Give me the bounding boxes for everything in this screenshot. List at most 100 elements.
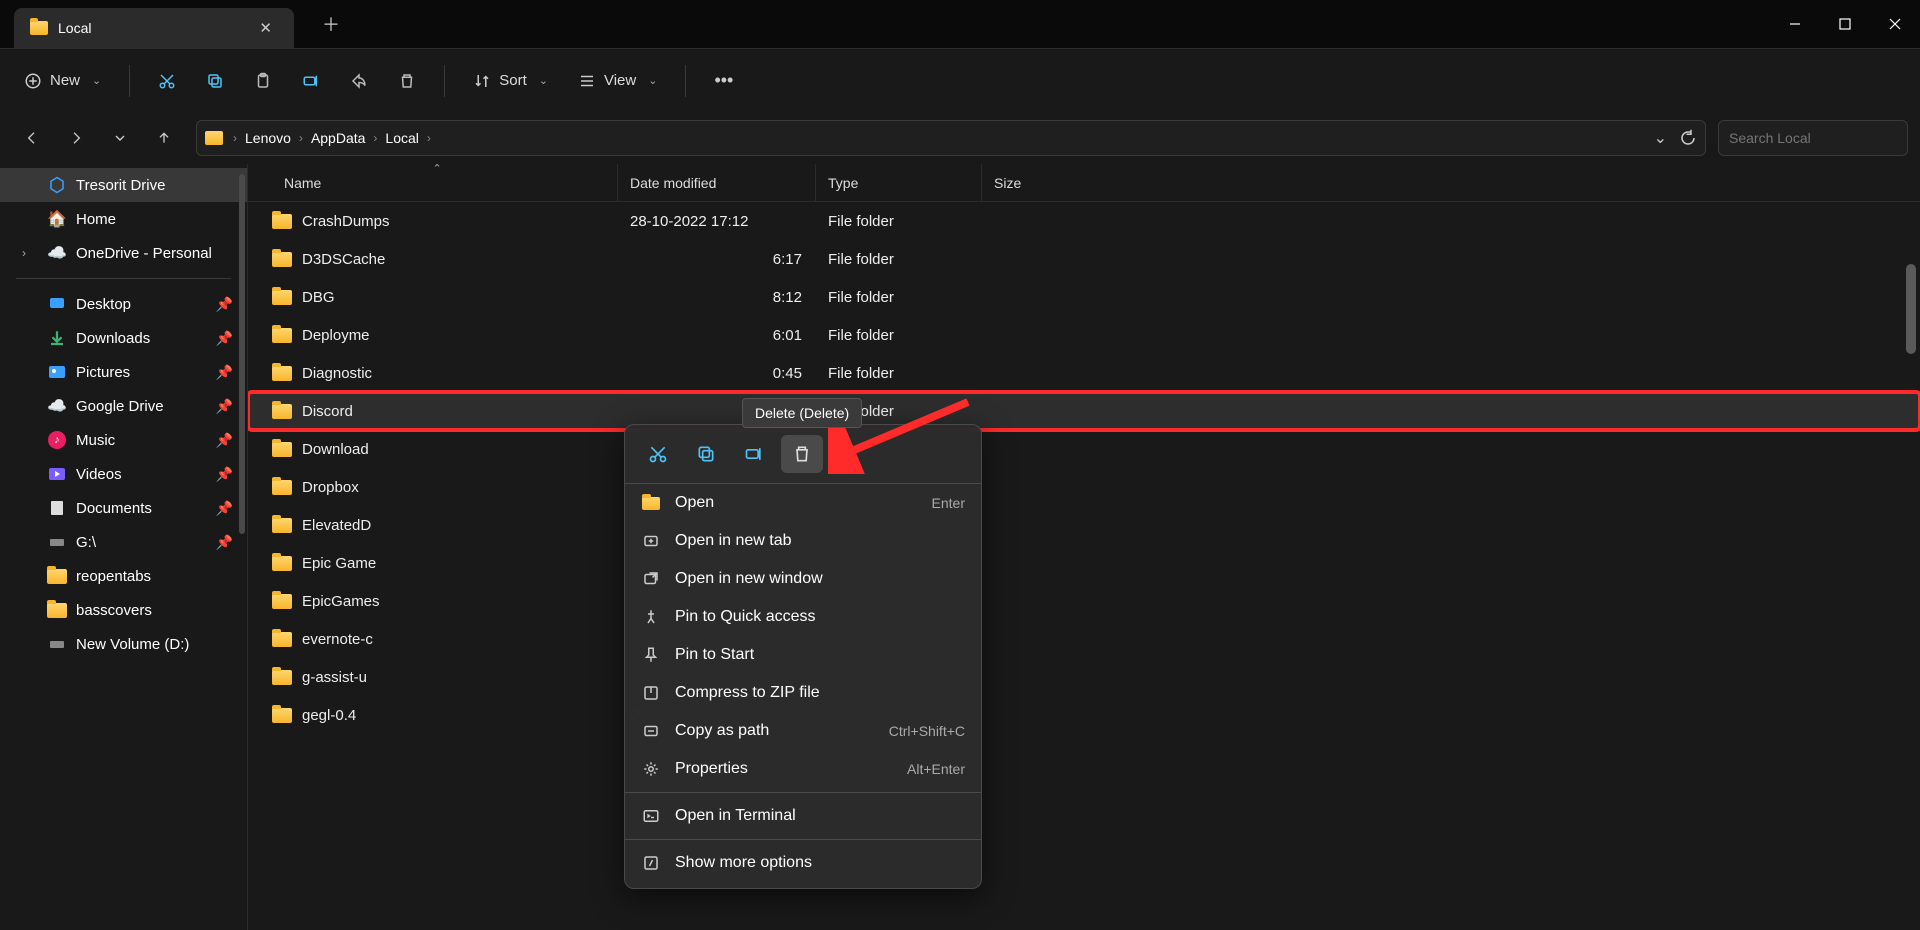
folder-icon <box>272 290 292 305</box>
sidebar-item-videos[interactable]: Videos📌 <box>0 457 247 491</box>
crumb-appdata[interactable]: AppData <box>305 130 371 146</box>
crumb-local[interactable]: Local <box>379 130 424 146</box>
toolbar: New ⌄ Sort ⌄ View ⌄ ••• <box>0 48 1920 112</box>
file-date: 28-10-2022 17:12 <box>618 213 816 230</box>
column-size[interactable]: Size <box>982 164 1092 201</box>
delete-button[interactable] <box>386 64 428 98</box>
column-name[interactable]: Name ⌃ <box>248 164 618 201</box>
crumb-lenovo[interactable]: Lenovo <box>239 130 297 146</box>
sidebar-item-home[interactable]: 🏠Home <box>0 202 247 236</box>
ctx-open-in-new-tab[interactable]: Open in new tab <box>625 522 981 560</box>
breadcrumb[interactable]: › Lenovo › AppData › Local › ⌄ <box>196 120 1706 156</box>
sidebar-item-label: Home <box>76 211 116 228</box>
ctx-cut-button[interactable] <box>637 435 679 473</box>
table-row[interactable]: Epic Game 9:47 File folder <box>248 544 1920 582</box>
table-row[interactable]: g-assist-u 9:42 File folder <box>248 658 1920 696</box>
search-input[interactable] <box>1729 130 1910 146</box>
back-button[interactable] <box>12 120 52 156</box>
search-box[interactable] <box>1718 120 1908 156</box>
props-icon <box>641 760 661 778</box>
table-row[interactable]: Discord 3:39 File folder <box>248 392 1920 430</box>
ctx-properties[interactable]: PropertiesAlt+Enter <box>625 750 981 788</box>
forward-button[interactable] <box>56 120 96 156</box>
folder-icon <box>272 328 292 343</box>
sidebar-item-label: basscovers <box>76 602 152 619</box>
file-name: evernote-c <box>302 631 373 648</box>
context-menu: OpenEnter Open in new tab Open in new wind… <box>624 424 982 889</box>
sidebar-item-downloads[interactable]: Downloads📌 <box>0 321 247 355</box>
filelist-scrollbar[interactable] <box>1906 264 1916 354</box>
table-row[interactable]: EpicGames 9:47 File folder <box>248 582 1920 620</box>
sidebar-item-tresorit-drive[interactable]: Tresorit Drive <box>0 168 247 202</box>
copy-button[interactable] <box>194 64 236 98</box>
cut-button[interactable] <box>146 64 188 98</box>
sidebar-item-google-drive[interactable]: ☁️Google Drive📌 <box>0 389 247 423</box>
minimize-button[interactable] <box>1770 4 1820 44</box>
rename-button[interactable] <box>290 64 332 98</box>
tab-close-button[interactable]: ✕ <box>253 15 278 41</box>
sidebar-item-pictures[interactable]: Pictures📌 <box>0 355 247 389</box>
share-button[interactable] <box>338 64 380 98</box>
ctx-open-in-new-window[interactable]: Open in new window <box>625 560 981 598</box>
sidebar-scrollbar[interactable] <box>239 174 245 534</box>
folder-icon <box>30 21 48 35</box>
table-row[interactable]: D3DSCache 6:17 File folder <box>248 240 1920 278</box>
table-row[interactable]: CrashDumps 28-10-2022 17:12 File folder <box>248 202 1920 240</box>
sidebar-item-music[interactable]: ♪Music📌 <box>0 423 247 457</box>
ctx-compress-to-zip-file[interactable]: Compress to ZIP file <box>625 674 981 712</box>
table-row[interactable]: Dropbox 7:27 File folder <box>248 468 1920 506</box>
maximize-button[interactable] <box>1820 4 1870 44</box>
file-date: 8:12 <box>618 289 816 306</box>
column-date[interactable]: Date modified <box>618 164 816 201</box>
ctx-pin-to-start[interactable]: Pin to Start <box>625 636 981 674</box>
ctx-rename-button[interactable] <box>733 435 775 473</box>
more-button[interactable]: ••• <box>702 62 745 99</box>
tab-local[interactable]: Local ✕ <box>14 8 294 48</box>
ctx-pin-to-quick-access[interactable]: Pin to Quick access <box>625 598 981 636</box>
ctx-item-label: Show more options <box>675 854 812 872</box>
chevron-right-icon: › <box>425 131 433 145</box>
sidebar-item-basscovers[interactable]: basscovers <box>0 593 247 627</box>
sidebar-item-onedrive-personal[interactable]: ›☁️OneDrive - Personal <box>0 236 247 270</box>
ctx-copy-button[interactable] <box>685 435 727 473</box>
sidebar-item-desktop[interactable]: Desktop📌 <box>0 287 247 321</box>
more-icon <box>641 854 661 872</box>
table-row[interactable]: ElevatedD 1:36 File folder <box>248 506 1920 544</box>
table-row[interactable]: Deployme 6:01 File folder <box>248 316 1920 354</box>
new-tab-button[interactable]: ＋ <box>312 5 350 43</box>
refresh-icon[interactable] <box>1679 129 1697 147</box>
paste-button[interactable] <box>242 64 284 98</box>
file-name: Discord <box>302 403 353 420</box>
expand-icon[interactable]: › <box>22 246 26 260</box>
sidebar-item-reopentabs[interactable]: reopentabs <box>0 559 247 593</box>
videos-icon <box>48 465 66 483</box>
ctx-item-label: Open in new tab <box>675 532 792 550</box>
folder-icon <box>272 442 292 457</box>
navbar: › Lenovo › AppData › Local › ⌄ <box>0 112 1920 164</box>
sort-button[interactable]: Sort ⌄ <box>461 64 560 98</box>
sidebar-item-new-volume-d-[interactable]: New Volume (D:) <box>0 627 247 661</box>
view-button[interactable]: View ⌄ <box>566 64 669 98</box>
up-button[interactable] <box>144 120 184 156</box>
sidebar-item-g-[interactable]: G:\📌 <box>0 525 247 559</box>
new-button[interactable]: New ⌄ <box>12 64 113 98</box>
ctx-open-in-terminal[interactable]: Open in Terminal <box>625 797 981 835</box>
close-button[interactable] <box>1870 4 1920 44</box>
ctx-show-more-options[interactable]: Show more options <box>625 844 981 882</box>
ctx-open[interactable]: OpenEnter <box>625 484 981 522</box>
dropdown-icon[interactable]: ⌄ <box>1654 128 1667 148</box>
file-type: File folder <box>816 327 982 344</box>
table-row[interactable]: gegl-0.4 09-07-2020 20:59 File folder <box>248 696 1920 734</box>
recent-button[interactable] <box>100 120 140 156</box>
table-row[interactable]: DBG 8:12 File folder <box>248 278 1920 316</box>
downloads-icon <box>48 329 66 347</box>
ctx-delete-button[interactable] <box>781 435 823 473</box>
window-controls <box>1770 4 1920 44</box>
folder-icon <box>272 366 292 381</box>
table-row[interactable]: evernote-c 9:33 File folder <box>248 620 1920 658</box>
sidebar-item-documents[interactable]: Documents📌 <box>0 491 247 525</box>
column-type[interactable]: Type <box>816 164 982 201</box>
table-row[interactable]: Download 6:41 File folder <box>248 430 1920 468</box>
ctx-copy-as-path[interactable]: Copy as pathCtrl+Shift+C <box>625 712 981 750</box>
table-row[interactable]: Diagnostic 0:45 File folder <box>248 354 1920 392</box>
